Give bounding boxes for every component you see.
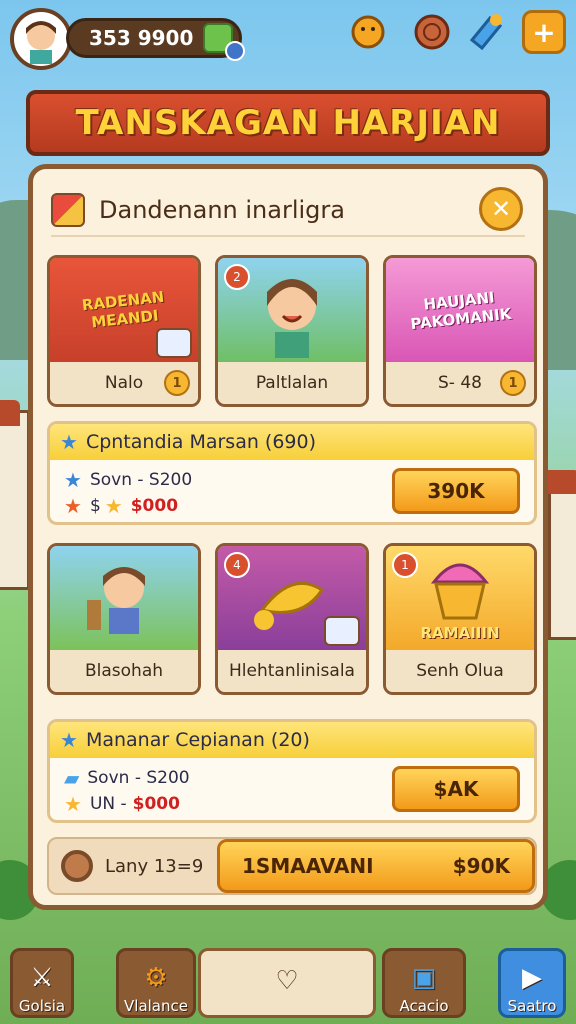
card-label: Nalo	[104, 373, 144, 393]
claim-all-price: $90K	[452, 854, 510, 878]
task-card[interactable]: HAUJANI PAKOMANIK S- 48 1	[383, 255, 537, 407]
gear-icon: ⚙	[144, 963, 168, 993]
card-footer: Nalo 1	[50, 362, 198, 404]
level-badge: 2	[224, 264, 250, 290]
card-mini-icon	[324, 616, 360, 646]
close-button[interactable]: ✕	[479, 187, 523, 231]
gold-star-icon: ★	[104, 494, 123, 518]
player-avatar[interactable]	[10, 8, 72, 70]
offer-line-prefix: UN -	[89, 794, 127, 814]
boy-character-icon	[87, 567, 145, 634]
offer-line: ★ $ ★ $000	[64, 494, 178, 518]
nav-label: Acacio	[399, 997, 449, 1015]
nav-item-golsia[interactable]: ⚔ Golsia	[10, 948, 74, 1018]
card-row-2: Blasohah 4 Hlehtanlinisala RAMAIIIN 1 Se…	[47, 543, 537, 695]
star-icon: ★	[60, 430, 78, 454]
card-art: 2	[218, 258, 366, 362]
level-badge: 1	[392, 552, 418, 578]
buy-button[interactable]: $AK	[392, 766, 520, 812]
footer-label: Lany 13=9	[105, 855, 204, 877]
currency-value: 353 9900	[89, 26, 194, 50]
claim-all-label: 1SMAAVANI	[242, 854, 374, 878]
card-mini-icon	[156, 328, 192, 358]
video-icon: ▶	[522, 963, 542, 993]
nav-item-acacio[interactable]: ▣ Acacio	[382, 948, 466, 1018]
task-card[interactable]: 2 Paltlalan	[215, 255, 369, 407]
card-row-1: RADENAN MEANDI Nalo 1 2 Paltlalan HAUJAN…	[47, 255, 537, 407]
card-art-text: HAUJANI PAKOMANIK	[409, 288, 513, 334]
title-banner: TANSKAGAN HARJIAN	[26, 90, 550, 156]
nav-label: Vlalance	[124, 997, 188, 1015]
offer-line-text: Sovn - S200	[89, 470, 193, 490]
gold-star-icon: ★	[64, 792, 82, 816]
coin-badge: 1	[164, 370, 190, 396]
card-footer: Blasohah	[50, 650, 198, 692]
card-art: RADENAN MEANDI	[50, 258, 198, 362]
banner-title: TANSKAGAN HARJIAN	[75, 103, 501, 143]
card-footer: S- 48 1	[386, 362, 534, 404]
card-label: Hlehtanlinisala	[229, 661, 355, 681]
girl-character-icon	[267, 279, 317, 358]
offer-title: Mananar Cepianan (20)	[85, 729, 310, 751]
claim-all-button[interactable]: 1SMAAVANI $90K	[217, 839, 535, 893]
cupcake-icon	[430, 563, 490, 620]
offer-line: ★ UN - $000	[64, 792, 180, 816]
offer-box: ★ Cpntandia Marsan (690) ★ Sovn - S200 ★…	[47, 421, 537, 525]
blue-star-icon: ★	[64, 468, 82, 492]
offer-line: ▰ Sovn - S200	[64, 766, 190, 790]
task-card[interactable]: 4 Hlehtanlinisala	[215, 543, 369, 695]
add-button[interactable]: +	[522, 10, 566, 54]
task-panel: Dandenann inarligra ✕ RADENAN MEANDI Nal…	[28, 164, 548, 910]
gem-shop-icon[interactable]	[462, 10, 506, 54]
coin-badge: 1	[500, 370, 526, 396]
card-footer: Paltlalan	[218, 362, 366, 404]
timer-icon	[61, 850, 93, 882]
task-card[interactable]: Blasohah	[47, 543, 201, 695]
nav-item-home[interactable]: ♡	[198, 948, 376, 1018]
task-card[interactable]: RADENAN MEANDI Nalo 1	[47, 255, 201, 407]
offer-line-value: $000	[132, 794, 180, 814]
card-label: Paltlalan	[255, 373, 329, 393]
nav-item-saatro[interactable]: ▶ Saatro	[498, 948, 566, 1018]
offer-line: ★ Sovn - S200	[64, 468, 192, 492]
buy-button[interactable]: 390K	[392, 468, 520, 514]
camera-icon: ▣	[411, 963, 437, 993]
offer-box: ★ Mananar Cepianan (20) ▰ Sovn - S200 ★ …	[47, 719, 537, 823]
calendar-icon	[51, 193, 85, 227]
card-art-text: RAMAIIIN	[420, 624, 500, 642]
star-icon: ★	[60, 728, 78, 752]
card-art	[50, 546, 198, 650]
sword-icon: ⚔	[30, 963, 54, 993]
nav-label: Saatro	[507, 997, 557, 1015]
offer-line-text: Sovn - S200	[87, 768, 190, 788]
card-label: Senh Olua	[416, 661, 504, 681]
currency-counter: 353 9900	[66, 18, 245, 61]
card-footer: Senh Olua	[386, 650, 534, 692]
panel-title: Dandenann inarligra	[99, 196, 345, 224]
nav-item-vlalance[interactable]: ⚙ Vlalance	[116, 948, 196, 1018]
offer-line-prefix: $	[89, 496, 101, 516]
card-art: 4	[218, 546, 366, 650]
nav-label: Golsia	[18, 997, 66, 1015]
offer-header: ★ Cpntandia Marsan (690)	[50, 424, 534, 460]
card-label: S- 48	[438, 373, 482, 393]
panel-header: Dandenann inarligra ✕	[51, 185, 525, 237]
ticket-icon: ▰	[64, 766, 80, 790]
level-badge: 4	[224, 552, 250, 578]
orange-star-icon: ★	[64, 494, 82, 518]
card-art: RAMAIIIN 1	[386, 546, 534, 650]
task-card[interactable]: RAMAIIIN 1 Senh Olua	[383, 543, 537, 695]
offer-line-value: $000	[130, 496, 179, 516]
player-face-icon	[26, 21, 56, 64]
coin-icon[interactable]	[410, 10, 454, 54]
offer-header: ★ Mananar Cepianan (20)	[50, 722, 534, 758]
shield-icon: ♡	[275, 966, 299, 996]
card-label: Blasohah	[84, 661, 164, 681]
card-footer: Hlehtanlinisala	[218, 650, 366, 692]
add-currency-button[interactable]	[225, 41, 245, 61]
cookie-character-icon[interactable]	[346, 10, 390, 54]
footer-bar: Lany 13=9 1SMAAVANI $90K	[47, 837, 537, 895]
offer-title: Cpntandia Marsan (690)	[85, 431, 317, 453]
card-art: HAUJANI PAKOMANIK	[386, 258, 534, 362]
